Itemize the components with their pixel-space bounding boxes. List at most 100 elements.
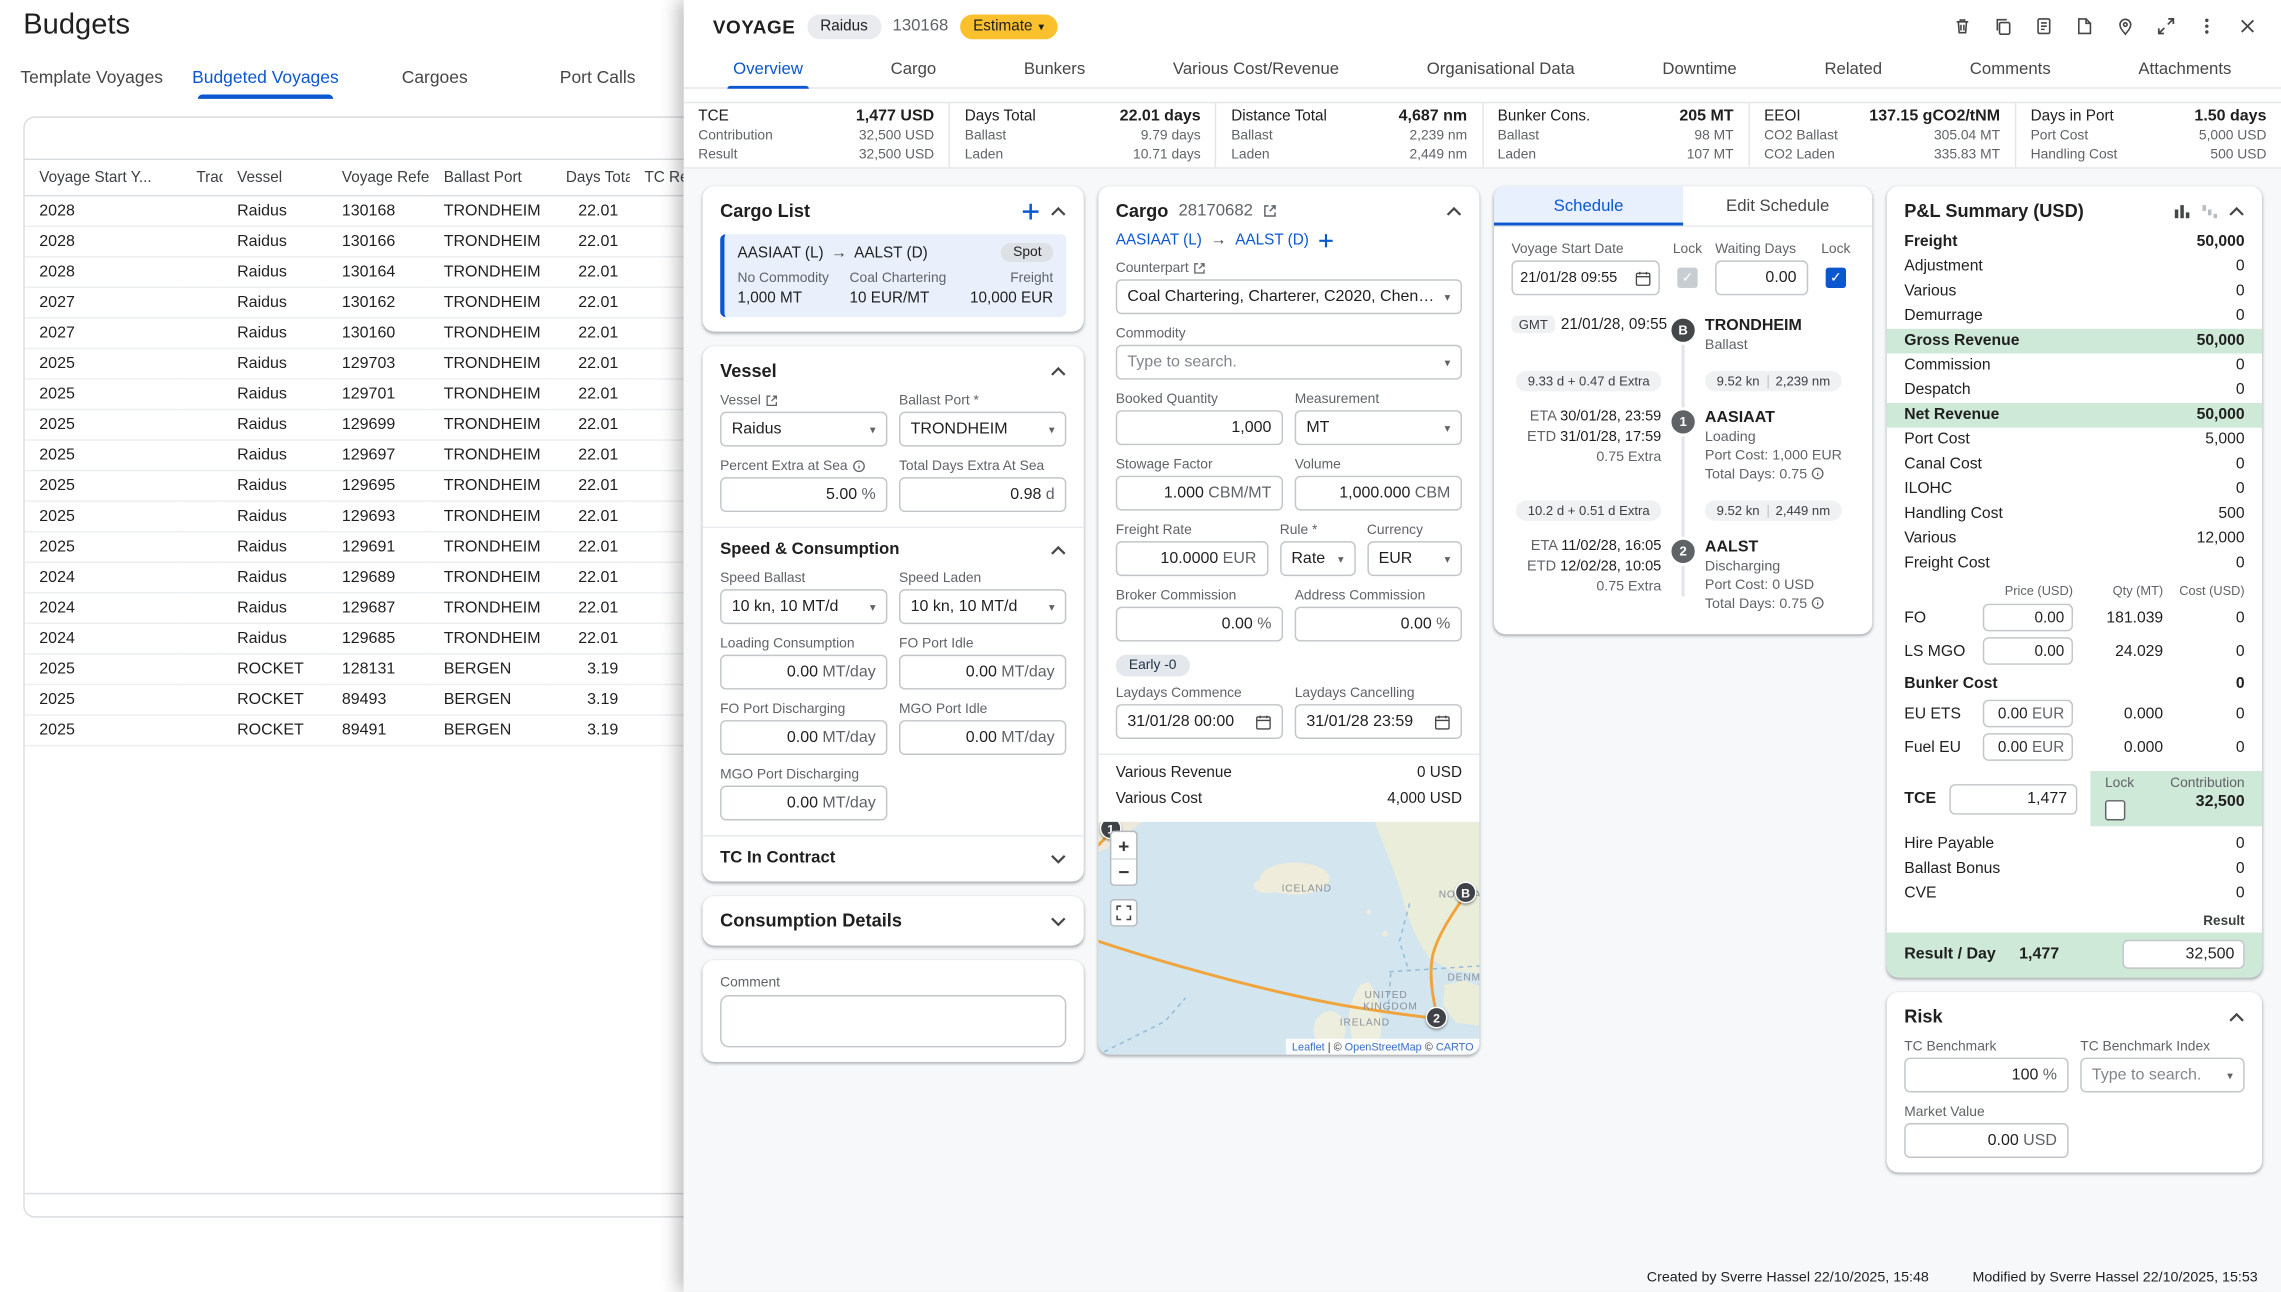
log-icon[interactable]: [2026, 9, 2059, 42]
speed-ballast-select[interactable]: 10 kn, 10 MT/d▾: [720, 589, 887, 624]
fo-port-idle-input[interactable]: 0.00MT/day: [899, 655, 1066, 690]
freight-rate-input[interactable]: 10.0000EUR: [1116, 541, 1268, 576]
speed-laden-select[interactable]: 10 kn, 10 MT/d▾: [899, 589, 1066, 624]
waiting-days-input[interactable]: 0.00: [1715, 260, 1808, 295]
discharge-port-link[interactable]: AALST (D): [1235, 231, 1309, 248]
status-chip[interactable]: Estimate▾: [960, 14, 1057, 39]
chevron-up-icon[interactable]: [2229, 206, 2245, 216]
load-port-link[interactable]: AASIAAT (L): [1116, 231, 1202, 248]
drawer-tab-comments[interactable]: Comments: [1964, 52, 2057, 87]
chevron-up-icon[interactable]: [1050, 366, 1066, 376]
zoom-out-button[interactable]: −: [1111, 858, 1136, 884]
chevron-up-icon[interactable]: [1050, 206, 1066, 216]
chevron-up-icon[interactable]: [2229, 1012, 2245, 1022]
drawer-tab-downtime[interactable]: Downtime: [1657, 52, 1743, 87]
chevron-down-icon[interactable]: [1050, 916, 1066, 926]
zoom-in-button[interactable]: +: [1111, 832, 1136, 858]
lock-checkbox-checked[interactable]: ✓: [1826, 268, 1846, 288]
rule-select[interactable]: Rate▾: [1280, 541, 1356, 576]
page-tab-budgeted-voyages[interactable]: Budgeted Voyages: [178, 55, 354, 99]
drawer-tab-overview[interactable]: Overview: [727, 52, 808, 87]
mgo-port-idle-input[interactable]: 0.00MT/day: [899, 720, 1066, 755]
result-input[interactable]: 32,500: [2122, 940, 2244, 969]
chevron-up-icon[interactable]: [1446, 206, 1462, 216]
days-extra-input[interactable]: 0.98d: [899, 477, 1066, 512]
laydays-commence-input[interactable]: 31/01/28 00:00: [1116, 704, 1283, 739]
page-tab-template-voyages[interactable]: Template Voyages: [6, 55, 178, 99]
copy-icon[interactable]: [1986, 9, 2019, 42]
page-tab-cargoes[interactable]: Cargoes: [353, 55, 516, 99]
page-tab-port-calls[interactable]: Port Calls: [516, 55, 679, 99]
calendar-icon[interactable]: [1255, 714, 1271, 730]
volume-input[interactable]: 1,000.000CBM: [1295, 476, 1462, 511]
map-marker-2[interactable]: 2: [1426, 1007, 1448, 1029]
waterfall-chart-icon[interactable]: [2201, 202, 2218, 219]
mgo-port-discharging-input[interactable]: 0.00MT/day: [720, 786, 887, 821]
currency-select[interactable]: EUR▾: [1367, 541, 1462, 576]
vessel-select[interactable]: Raidus▾: [720, 412, 887, 447]
drawer-tab-attachments[interactable]: Attachments: [2133, 52, 2238, 87]
comment-input[interactable]: [720, 995, 1066, 1047]
drawer-tab-various-cost-revenue[interactable]: Various Cost/Revenue: [1167, 52, 1345, 87]
bar-chart-icon[interactable]: [2173, 202, 2190, 219]
calendar-icon[interactable]: [1434, 714, 1450, 730]
drawer-tab-bunkers[interactable]: Bunkers: [1018, 52, 1091, 87]
chevron-down-icon: ▾: [1049, 600, 1055, 613]
timeline-marker-2[interactable]: 2: [1669, 537, 1698, 566]
open-in-new-icon[interactable]: [1263, 204, 1278, 219]
openstreetmap-link[interactable]: OpenStreetMap: [1345, 1040, 1422, 1053]
laydays-cancelling-input[interactable]: 31/01/28 23:59: [1295, 704, 1462, 739]
booked-quantity-input[interactable]: 1,000: [1116, 410, 1283, 445]
timeline-marker-1[interactable]: 1: [1669, 407, 1698, 436]
broker-commission-input[interactable]: 0.00%: [1116, 607, 1283, 642]
info-icon[interactable]: [1811, 596, 1824, 609]
tce-input[interactable]: 1,477: [1949, 783, 2077, 814]
fo-price-input[interactable]: 0.00: [1983, 604, 2073, 632]
market-value-input[interactable]: 0.00USD: [1904, 1123, 2068, 1158]
delete-icon[interactable]: [1945, 9, 1978, 42]
open-in-new-icon[interactable]: [1193, 262, 1206, 275]
fuel-eu-price-input[interactable]: 0.00EUR: [1983, 733, 2073, 761]
chevron-down-icon[interactable]: [1050, 853, 1066, 863]
ls-mgo-price-input[interactable]: 0.00: [1983, 637, 2073, 665]
pin-icon[interactable]: [2108, 9, 2141, 42]
fo-port-discharging-input[interactable]: 0.00MT/day: [720, 720, 887, 755]
carto-link[interactable]: CARTO: [1436, 1040, 1474, 1053]
expand-icon[interactable]: [2149, 9, 2182, 42]
more-icon[interactable]: [2189, 9, 2222, 42]
open-in-new-icon[interactable]: [765, 394, 778, 407]
drawer-tab-organisational-data[interactable]: Organisational Data: [1421, 52, 1581, 87]
close-icon[interactable]: [2230, 9, 2263, 42]
fullscreen-button[interactable]: [1110, 899, 1138, 927]
eu-ets-price-input[interactable]: 0.00EUR: [1983, 700, 2073, 728]
voyage-start-date-input[interactable]: 21/01/28 09:55: [1511, 260, 1659, 295]
stowage-factor-input[interactable]: 1.000CBM/MT: [1116, 476, 1283, 511]
tce-lock-checkbox[interactable]: [2105, 800, 2125, 820]
tc-benchmark-input[interactable]: 100%: [1904, 1058, 2068, 1093]
counterpart-select[interactable]: Coal Chartering, Charterer, C2020, Chenn…: [1116, 279, 1462, 314]
vessel-chip[interactable]: Raidus: [807, 14, 881, 39]
schedule-tab-edit-schedule[interactable]: Edit Schedule: [1683, 186, 1872, 225]
leaflet-link[interactable]: Leaflet: [1292, 1040, 1325, 1053]
add-cargo-icon[interactable]: [1021, 201, 1040, 220]
cargo-list-item[interactable]: AASIAAT (L) → AALST (D) Spot No Commodit…: [720, 234, 1066, 317]
measurement-select[interactable]: MT▾: [1295, 410, 1462, 445]
add-port-icon[interactable]: [1318, 232, 1334, 248]
drawer-tab-cargo[interactable]: Cargo: [885, 52, 942, 87]
tc-benchmark-index-select[interactable]: Type to search.▾: [2080, 1058, 2244, 1093]
percent-extra-input[interactable]: 5.00%: [720, 477, 887, 512]
info-icon[interactable]: [1811, 467, 1824, 480]
route-map[interactable]: ICELAND NORWAY UNITED KINGDOM IRELAND DE…: [1098, 822, 1479, 1055]
loading-consumption-input[interactable]: 0.00MT/day: [720, 655, 887, 690]
commodity-select[interactable]: Type to search.▾: [1116, 345, 1462, 380]
chevron-up-icon[interactable]: [1050, 545, 1066, 555]
map-marker-ballast[interactable]: B: [1455, 882, 1477, 904]
calendar-icon[interactable]: [1635, 270, 1651, 286]
schedule-tab-schedule[interactable]: Schedule: [1494, 186, 1683, 225]
ballast-port-select[interactable]: TRONDHEIM▾: [899, 412, 1066, 447]
drawer-tab-related[interactable]: Related: [1819, 52, 1888, 87]
timeline-marker-ballast[interactable]: B: [1669, 316, 1698, 345]
address-commission-input[interactable]: 0.00%: [1295, 607, 1462, 642]
info-icon[interactable]: [852, 460, 865, 473]
report-icon[interactable]: [2067, 9, 2100, 42]
